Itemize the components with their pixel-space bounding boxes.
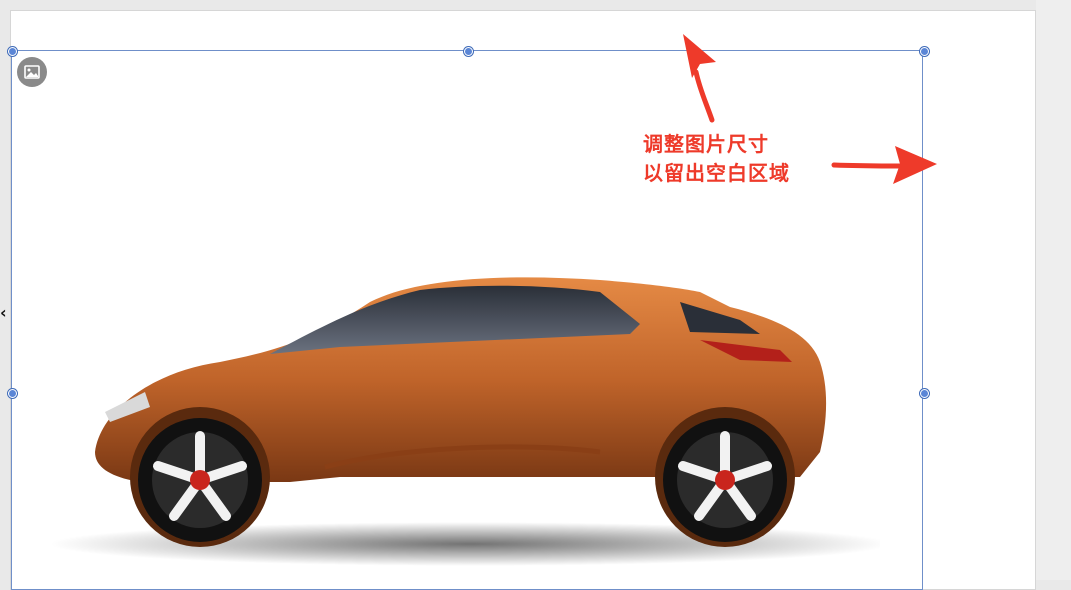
annotation-line-1: 调整图片尺寸 <box>643 132 769 156</box>
arrow-right-icon <box>831 146 937 184</box>
annotation-text: 调整图片尺寸 以留出空白区域 <box>643 130 790 188</box>
annotation-line-2: 以留出空白区域 <box>643 161 790 185</box>
arrow-up-icon <box>683 34 716 123</box>
